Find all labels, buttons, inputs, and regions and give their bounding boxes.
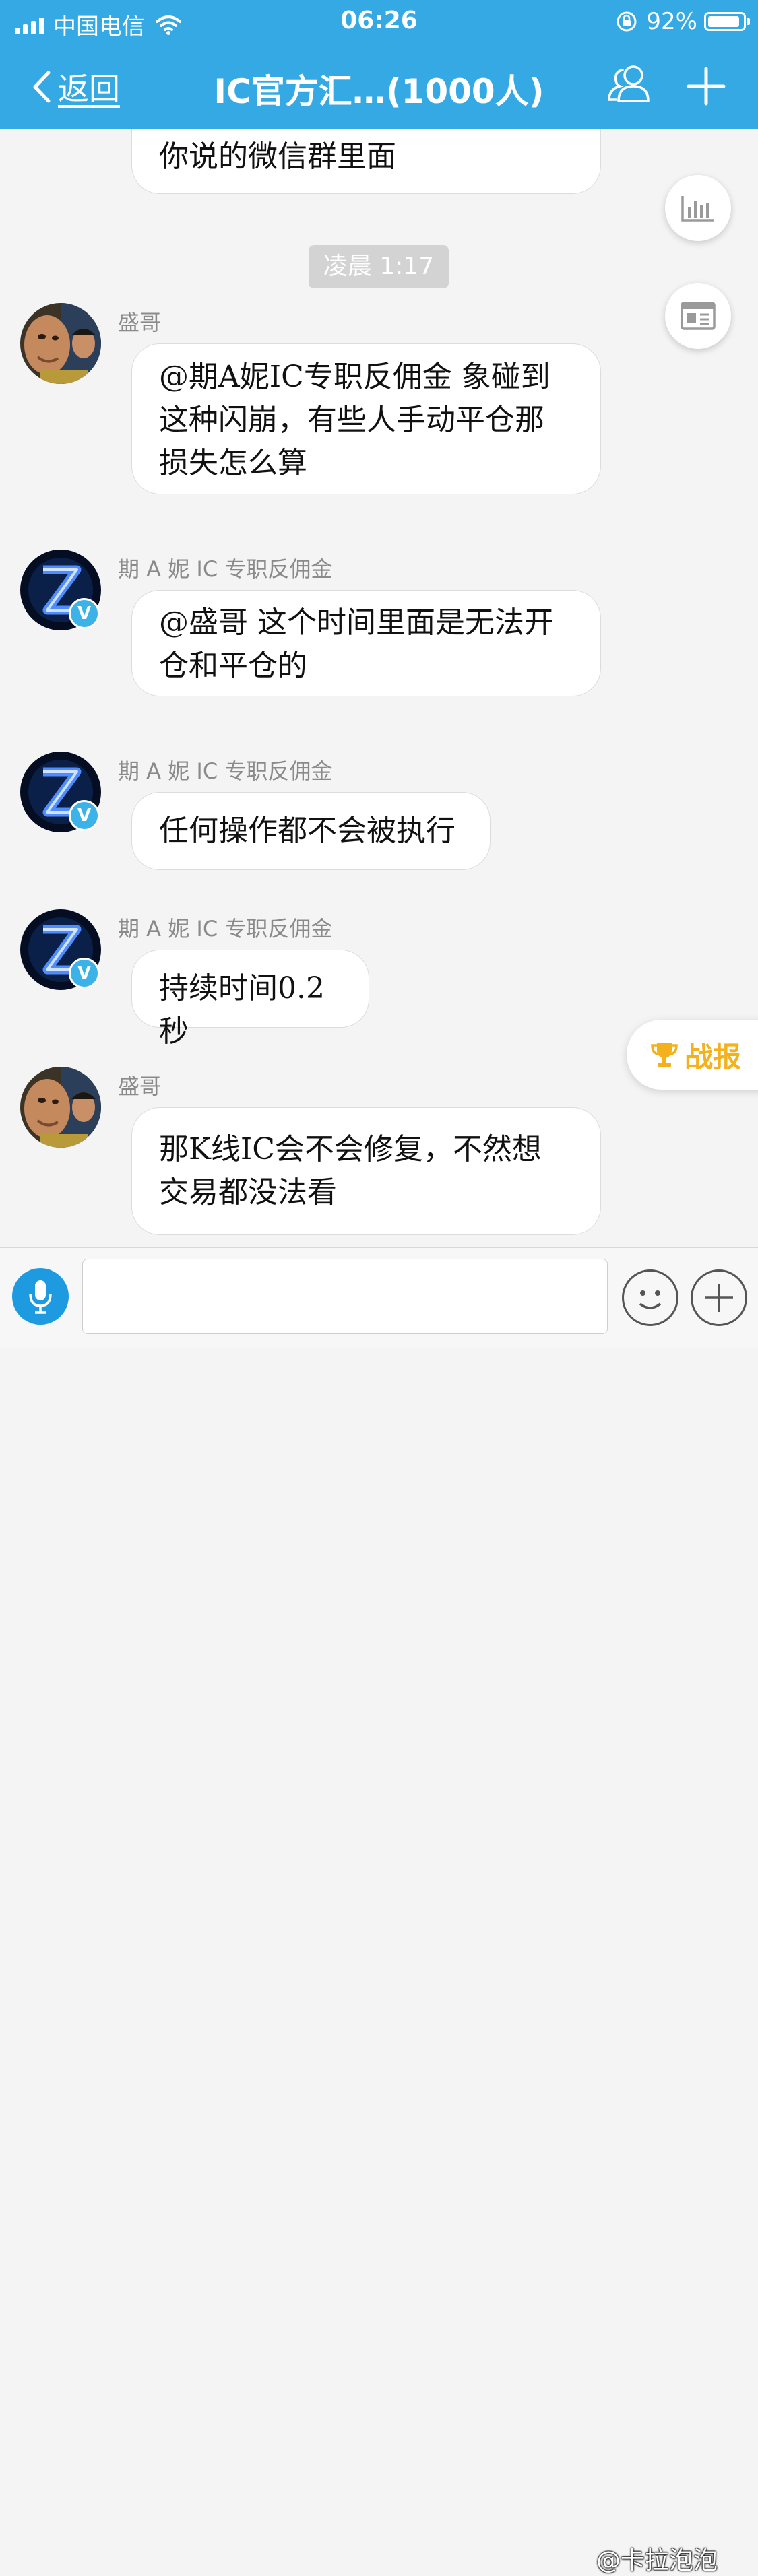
battery-icon (704, 12, 750, 31)
sender-name: 期 A 妮 IC 专职反佣金 (118, 916, 333, 942)
status-right: 92% (615, 8, 750, 35)
message-line: @期A妮IC专职反佣金 象碰到 (159, 360, 550, 394)
message-bubble[interactable]: @期A妮IC专职反佣金 象碰到 这种闪崩，有些人手动平仓那 损失怎么算 (131, 343, 601, 494)
voice-button[interactable] (12, 1268, 69, 1325)
message-bubble[interactable]: 你说的微信群里面 (131, 129, 601, 194)
message-line: 那K线IC会不会修复，不然想 (159, 1132, 542, 1166)
news-button[interactable] (665, 283, 731, 349)
verified-badge-icon: V (69, 598, 100, 629)
input-bar: @卡拉泡泡 (0, 1247, 758, 2575)
avatar[interactable] (20, 303, 101, 384)
sender-name: 盛哥 (118, 310, 162, 335)
status-bar: 中国电信 06:26 92% (0, 0, 758, 42)
avatar[interactable] (20, 1067, 101, 1148)
battle-report-button[interactable]: 战报 (627, 1020, 758, 1090)
stats-button[interactable] (665, 175, 731, 241)
message-bubble[interactable]: 那K线IC会不会修复，不然想 交易都没法看 (131, 1107, 601, 1235)
message-line: @盛哥 这个时间里面是无法开 (159, 605, 554, 640)
plus-icon[interactable] (686, 66, 726, 106)
message-bubble[interactable]: 持续时间0.2秒 (131, 950, 369, 1049)
time-divider: 凌晨 1:17 (309, 245, 449, 288)
message-line: 这种闪崩，有些人手动平仓那 (159, 403, 544, 437)
more-button[interactable] (691, 1269, 747, 1326)
user-photo-avatar (20, 303, 101, 384)
message-input[interactable] (82, 1259, 608, 1334)
message-line: 交易都没法看 (159, 1175, 337, 1210)
watermark: @卡拉泡泡 (596, 2547, 718, 2575)
rotation-lock-icon (617, 11, 637, 32)
message-text: 你说的微信群里面 (159, 139, 396, 174)
bar-chart-icon (681, 196, 714, 222)
battle-report-label: 战报 (685, 1040, 742, 1074)
message-bubble[interactable]: 任何操作都不会被执行 (131, 792, 491, 870)
battery-level (708, 16, 739, 27)
message-line: 持续时间0.2秒 (159, 971, 325, 1049)
sender-name: 期 A 妮 IC 专职反佣金 (118, 758, 333, 784)
group-members-icon[interactable] (604, 62, 654, 105)
plus-icon (705, 1284, 733, 1312)
message-bubble[interactable]: @盛哥 这个时间里面是无法开 仓和平仓的 (131, 590, 601, 696)
user-photo-avatar (20, 1067, 101, 1148)
trophy-icon (651, 1043, 678, 1067)
news-icon (681, 302, 716, 330)
emoji-button[interactable] (622, 1269, 678, 1326)
message-line: 仓和平仓的 (159, 649, 307, 683)
microphone-icon (29, 1280, 52, 1314)
battery-percent: 92% (646, 8, 697, 35)
nav-bar: 返回 IC官方汇…(1000人) (0, 42, 758, 129)
chat-area[interactable]: 你说的微信群里面 凌晨 1:17 盛哥 @期A妮IC专职反佣金 象碰到 这种闪崩… (0, 129, 758, 1247)
verified-badge-icon: V (69, 958, 100, 989)
verified-badge-icon: V (69, 800, 100, 831)
emoji-icon (639, 1290, 662, 1309)
sender-name: 期 A 妮 IC 专职反佣金 (118, 556, 333, 582)
sender-name: 盛哥 (118, 1074, 162, 1099)
message-line: 损失怎么算 (159, 446, 307, 480)
message-line: 任何操作都不会被执行 (159, 814, 455, 848)
